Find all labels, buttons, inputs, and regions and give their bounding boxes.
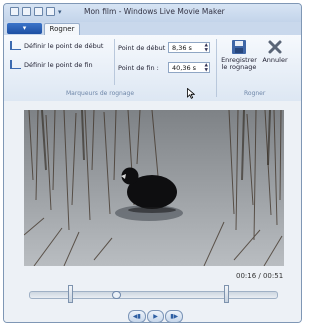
save-trim-label: Enregistrer le rognage <box>221 56 257 71</box>
cancel-button[interactable]: Annuler <box>258 39 292 64</box>
playhead-thumb[interactable] <box>112 291 121 299</box>
mouse-cursor-icon <box>187 88 195 99</box>
time-display: 00:16 / 00:51 <box>236 272 284 280</box>
quick-access-toolbar: ▾ <box>10 7 62 18</box>
app-icon[interactable] <box>10 7 19 16</box>
file-dropdown-icon: ▾ <box>22 24 27 32</box>
customize-dropdown-icon[interactable]: ▾ <box>58 7 62 18</box>
start-point-stepper[interactable]: 8,36 s ▲ ▼ <box>168 42 210 53</box>
trim-end-handle[interactable] <box>224 285 229 303</box>
play-button[interactable]: ▶ <box>146 310 165 322</box>
tab-rogner[interactable]: Rogner <box>44 23 80 35</box>
window-title: Mon film - Windows Live Movie Maker <box>84 7 225 16</box>
set-end-button[interactable]: Définir le point de fin <box>10 60 93 69</box>
set-start-button[interactable]: Définir le point de début <box>10 41 103 50</box>
set-start-icon <box>10 41 21 50</box>
end-point-value: 40,36 s <box>172 64 197 72</box>
stepper-arrows-icon[interactable]: ▲ ▼ <box>205 63 208 73</box>
ribbon: Définir le point de début Définir le poi… <box>4 35 301 102</box>
seek-bar[interactable] <box>29 291 278 299</box>
next-frame-icon: ▮▶ <box>170 313 179 320</box>
set-end-label: Définir le point de fin <box>24 60 93 69</box>
previous-frame-button[interactable]: ◀▮ <box>128 310 146 322</box>
file-menu-button[interactable]: ▾ <box>7 23 42 34</box>
video-frame-image <box>24 110 284 266</box>
trim-start-handle[interactable] <box>68 285 73 303</box>
redo-icon[interactable] <box>46 7 55 16</box>
app-window: ▾ Mon film - Windows Live Movie Maker ▾ … <box>3 3 302 323</box>
save-icon <box>232 40 246 54</box>
ribbon-tabs: ▾ Rogner <box>4 22 301 35</box>
trim-markers-group-label: Marqueurs de rognage <box>66 90 135 97</box>
cancel-icon <box>268 40 282 54</box>
group-divider <box>114 39 115 85</box>
previous-frame-icon: ◀▮ <box>132 313 141 320</box>
end-point-stepper[interactable]: 40,36 s ▲ ▼ <box>168 62 210 73</box>
stepper-arrows-icon[interactable]: ▲ ▼ <box>205 43 208 53</box>
save-trim-button[interactable]: Enregistrer le rognage <box>219 39 259 71</box>
preview-pane: 00:16 / 00:51 ◀▮ ▶ ▮▶ <box>4 101 301 322</box>
end-point-label: Point de fin : <box>118 64 159 72</box>
cancel-label: Annuler <box>262 56 288 64</box>
save-quick-icon[interactable] <box>22 7 31 16</box>
group-divider <box>216 39 217 97</box>
set-start-label: Définir le point de début <box>24 41 104 50</box>
set-end-icon <box>10 60 21 69</box>
next-frame-button[interactable]: ▮▶ <box>165 310 184 322</box>
video-preview <box>24 110 284 266</box>
start-point-label: Point de début : <box>118 44 170 52</box>
start-point-value: 8,36 s <box>172 44 192 52</box>
title-bar: ▾ Mon film - Windows Live Movie Maker <box>4 4 301 22</box>
playback-controls: ◀▮ ▶ ▮▶ <box>128 310 184 322</box>
play-icon: ▶ <box>153 313 158 320</box>
close-group-label: Rogner <box>244 90 266 97</box>
undo-icon[interactable] <box>34 7 43 16</box>
